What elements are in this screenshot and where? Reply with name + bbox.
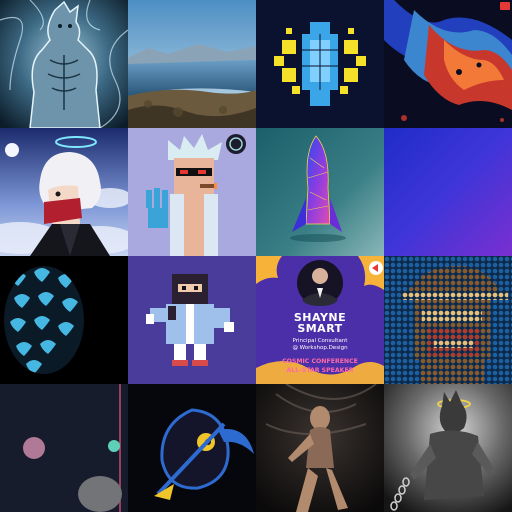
gallery-tile-16[interactable] xyxy=(384,384,512,512)
dark-circles-abstract-art xyxy=(0,384,128,512)
blue-bird-egg-pattern-art xyxy=(0,256,128,384)
gallery-tile-11[interactable]: SHAYNE SMART Principal Consultant @ Work… xyxy=(256,256,384,384)
gallery-tile-12[interactable] xyxy=(384,256,512,384)
gallery-tile-3[interactable] xyxy=(256,0,384,128)
gallery-tile-4[interactable] xyxy=(384,0,512,128)
reaper-scythe-art xyxy=(128,384,256,512)
nft-gallery-grid: SHAYNE SMART Principal Consultant @ Work… xyxy=(0,0,512,512)
blue-yellow-pixel-ship-art xyxy=(256,0,384,128)
gallery-tile-1[interactable] xyxy=(0,0,128,128)
conference-role: ALL-STAR SPEAKER xyxy=(286,367,354,374)
gallery-tile-6[interactable] xyxy=(128,128,256,256)
pixel-scientist-cigar-art xyxy=(128,128,256,256)
dark-dancer-photo xyxy=(256,384,384,512)
gallery-tile-7[interactable] xyxy=(256,128,384,256)
gallery-tile-14[interactable] xyxy=(128,384,256,512)
pixel-monkey-hat-art xyxy=(384,256,512,384)
gallery-tile-2[interactable] xyxy=(128,0,256,128)
speaker-name: SHAYNE SMART xyxy=(256,312,384,334)
blue-purple-gradient-art xyxy=(384,128,512,256)
chrome-reptile-warrior-art xyxy=(0,0,128,128)
chained-figure-halo-art xyxy=(384,384,512,512)
gallery-tile-8[interactable] xyxy=(384,128,512,256)
gallery-tile-13[interactable] xyxy=(0,384,128,512)
speaker-company: @ Workshop.Design xyxy=(292,345,348,351)
gallery-tile-9[interactable] xyxy=(0,256,128,384)
mountain-lake-landscape-photo xyxy=(128,0,256,128)
anime-white-hair-halo-art xyxy=(0,128,128,256)
speaker-role: Principal Consultant @ Workshop.Design xyxy=(256,338,384,352)
conference-banner: COSMIC CONFERENCE ALL-STAR SPEAKER xyxy=(256,357,384,375)
pixel-ninja-character-art xyxy=(128,256,256,384)
gallery-tile-10[interactable] xyxy=(128,256,256,384)
conference-name: COSMIC CONFERENCE xyxy=(282,358,358,365)
gallery-tile-15[interactable] xyxy=(256,384,384,512)
red-blue-heatmap-abstract-art xyxy=(384,0,512,128)
gallery-tile-5[interactable] xyxy=(0,128,128,256)
speaker-title: Principal Consultant xyxy=(292,338,348,344)
holographic-rocket-art xyxy=(256,128,384,256)
speaker-last-name: SMART xyxy=(297,322,343,335)
